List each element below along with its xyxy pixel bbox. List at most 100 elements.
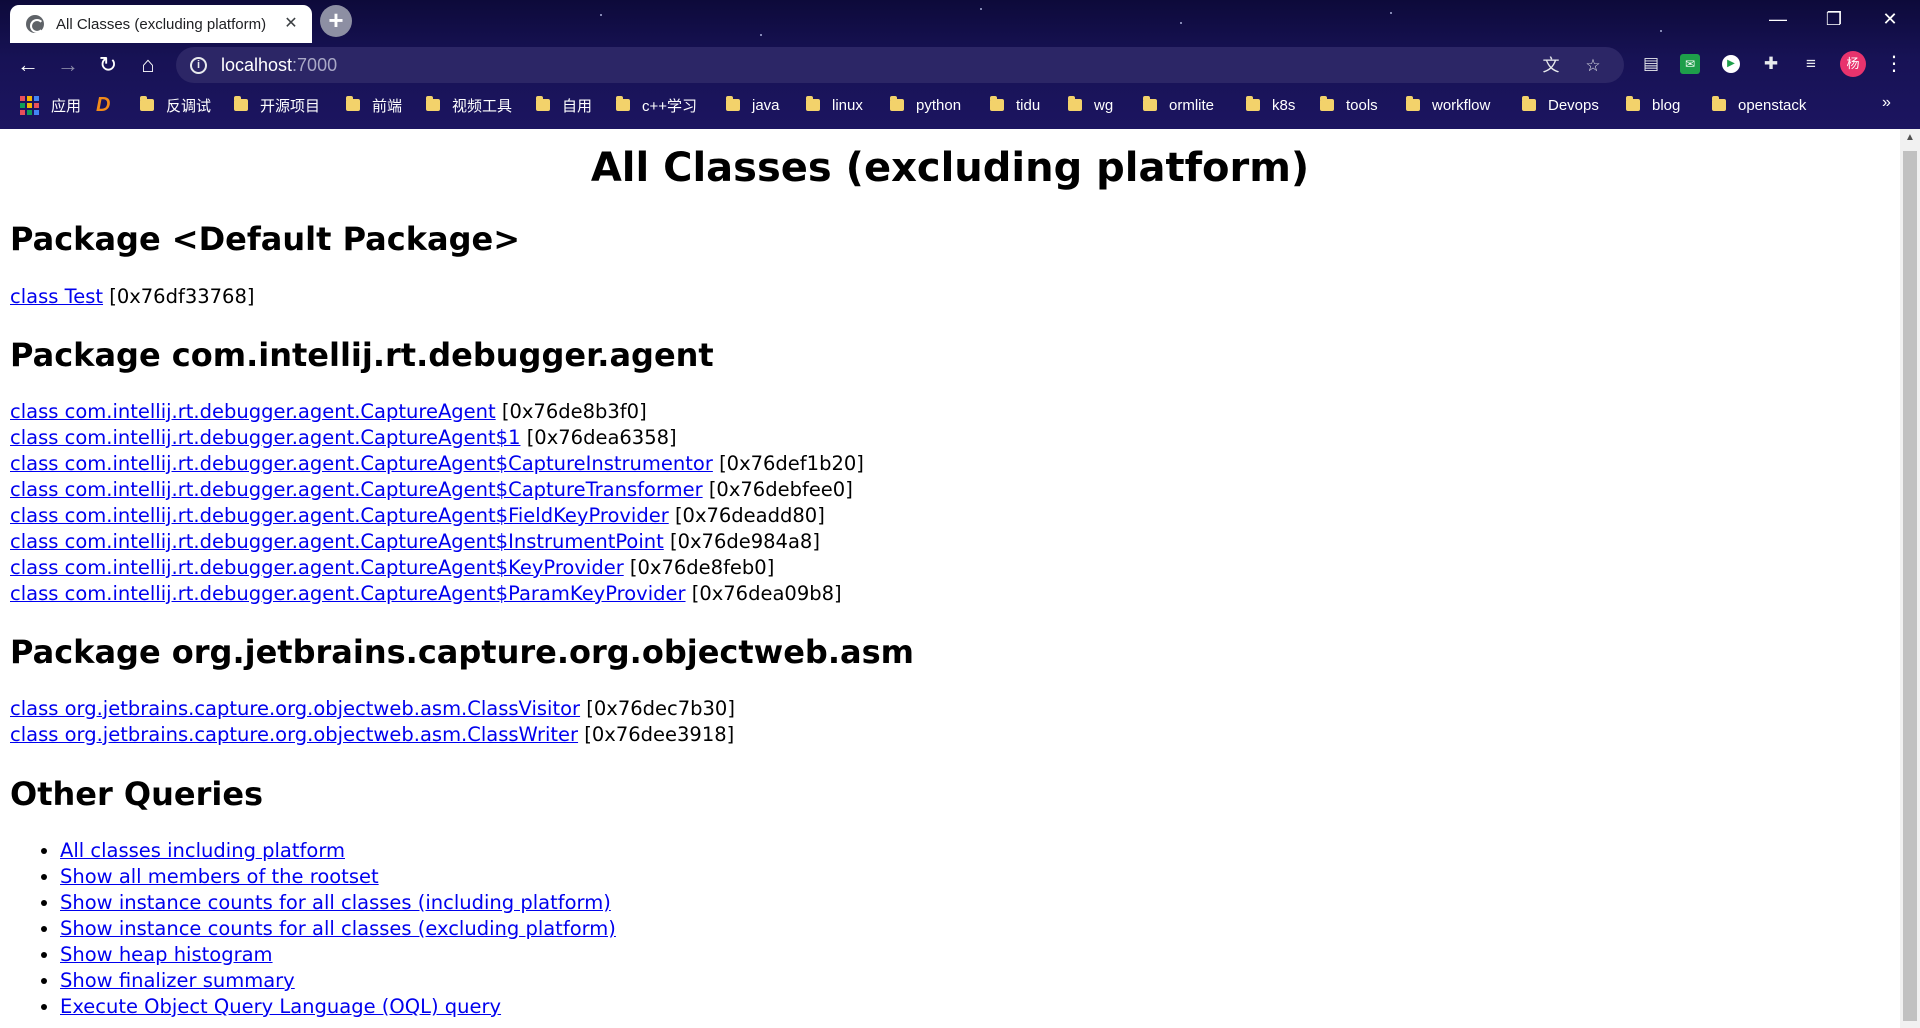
class-address: [0x76dea6358]: [526, 426, 677, 449]
class-link[interactable]: class com.intellij.rt.debugger.agent.Cap…: [10, 478, 703, 501]
list-item: Show heap histogram: [60, 942, 616, 968]
bookmark-folder[interactable]: tools: [1320, 92, 1378, 118]
folder-icon: [346, 96, 360, 111]
class-link[interactable]: class com.intellij.rt.debugger.agent.Cap…: [10, 400, 496, 423]
reader-icon[interactable]: ▤: [1638, 51, 1664, 77]
bookmark-folder-label: workflow: [1432, 96, 1491, 114]
profile-avatar[interactable]: 杨: [1840, 51, 1866, 77]
bookmark-apps[interactable]: 应用: [20, 92, 81, 118]
bookmark-folder-label: 自用: [562, 97, 593, 115]
forward-arrow-icon[interactable]: →: [54, 51, 82, 79]
class-link[interactable]: class org.jetbrains.capture.org.objectwe…: [10, 697, 580, 720]
new-tab-button[interactable]: +: [320, 5, 352, 37]
bookmark-folder-label: 反调试: [166, 97, 212, 115]
extensions-puzzle-icon[interactable]: ✚: [1758, 51, 1784, 77]
class-link[interactable]: class com.intellij.rt.debugger.agent.Cap…: [10, 426, 521, 449]
bookmark-folder[interactable]: 反调试: [140, 92, 211, 118]
bookmark-folder-label: java: [752, 96, 780, 114]
minimize-button[interactable]: —: [1750, 0, 1806, 38]
class-address: [0x76de8feb0]: [629, 556, 775, 579]
bookmarks-overflow-icon[interactable]: »: [1882, 94, 1891, 112]
page-content: All Classes (excluding platform) Package…: [0, 129, 1900, 1028]
class-link[interactable]: class org.jetbrains.capture.org.objectwe…: [10, 723, 578, 746]
bookmark-folder[interactable]: openstack: [1712, 92, 1806, 118]
folder-icon: [1522, 96, 1536, 111]
scroll-up-arrow-icon[interactable]: ▲: [1900, 131, 1920, 145]
bookmark-folder-label: python: [916, 96, 962, 114]
query-link[interactable]: Execute Object Query Language (OQL) quer…: [60, 995, 501, 1018]
scrollbar-thumb[interactable]: [1903, 151, 1917, 1021]
other-queries-list: All classes including platform Show all …: [32, 838, 616, 1020]
folder-icon: [1712, 96, 1726, 111]
class-row: class Test [0x76df33768]: [10, 284, 254, 310]
bookmark-folder[interactable]: java: [726, 92, 780, 118]
bookmark-folder-label: ormlite: [1169, 96, 1215, 114]
browser-toolbar: ← → ↻ ⌂ i localhost :7000 文 ☆ ▤ ✉ ▶ ✚ ≡: [0, 43, 1920, 86]
class-row: class org.jetbrains.capture.org.objectwe…: [10, 696, 735, 722]
class-link[interactable]: class Test: [10, 285, 103, 308]
home-icon[interactable]: ⌂: [134, 51, 162, 79]
folder-icon: [1406, 96, 1420, 111]
class-list: class com.intellij.rt.debugger.agent.Cap…: [10, 399, 864, 607]
bookmark-folder[interactable]: 视频工具: [426, 92, 512, 118]
query-link[interactable]: Show heap histogram: [60, 943, 273, 966]
address-bar[interactable]: i localhost :7000 文 ☆: [176, 47, 1624, 83]
query-link[interactable]: Show finalizer summary: [60, 969, 295, 992]
bookmark-folder[interactable]: 前端: [346, 92, 402, 118]
bookmark-folder-label: 开源项目: [260, 97, 321, 115]
media-queue-icon[interactable]: ≡: [1798, 51, 1824, 77]
class-address: [0x76de8b3f0]: [501, 400, 647, 423]
folder-icon: [726, 96, 740, 111]
list-item: Show instance counts for all classes (ex…: [60, 916, 616, 942]
reload-icon[interactable]: ↻: [94, 51, 122, 79]
bookmark-folder[interactable]: wg: [1068, 92, 1113, 118]
tab-active[interactable]: All Classes (excluding platform) ✕: [10, 5, 312, 43]
bookmark-folder[interactable]: Devops: [1522, 92, 1599, 118]
kebab-menu-icon[interactable]: ⋮: [1882, 51, 1906, 77]
list-item: Show instance counts for all classes (in…: [60, 890, 616, 916]
query-link[interactable]: Show instance counts for all classes (in…: [60, 891, 611, 914]
bookmark-star-icon[interactable]: ☆: [1582, 55, 1604, 77]
query-link[interactable]: All classes including platform: [60, 839, 345, 862]
extension-green-icon[interactable]: ✉: [1680, 54, 1700, 74]
bookmark-d-logo[interactable]: D: [96, 92, 110, 118]
class-link[interactable]: class com.intellij.rt.debugger.agent.Cap…: [10, 504, 669, 527]
tab-strip: All Classes (excluding platform) ✕ + — ❐…: [0, 0, 1920, 43]
bookmark-folder[interactable]: python: [890, 92, 961, 118]
class-link[interactable]: class com.intellij.rt.debugger.agent.Cap…: [10, 556, 624, 579]
list-item: All classes including platform: [60, 838, 616, 864]
bookmark-folder[interactable]: k8s: [1246, 92, 1295, 118]
bookmark-folder[interactable]: 自用: [536, 92, 592, 118]
extension-play-icon[interactable]: ▶: [1722, 55, 1740, 73]
class-link[interactable]: class com.intellij.rt.debugger.agent.Cap…: [10, 582, 686, 605]
close-window-button[interactable]: ✕: [1862, 0, 1918, 38]
class-list: class org.jetbrains.capture.org.objectwe…: [10, 696, 735, 748]
bookmark-folder[interactable]: linux: [806, 92, 863, 118]
class-address: [0x76def1b20]: [719, 452, 864, 475]
translate-icon[interactable]: 文: [1540, 55, 1562, 77]
bookmark-folder[interactable]: c++学习: [616, 92, 697, 118]
folder-icon: [1626, 96, 1640, 111]
d-logo-icon: D: [96, 93, 111, 116]
bookmark-folder[interactable]: blog: [1626, 92, 1680, 118]
bookmark-folder[interactable]: ormlite: [1143, 92, 1214, 118]
globe-icon: [26, 15, 44, 33]
class-link[interactable]: class com.intellij.rt.debugger.agent.Cap…: [10, 452, 713, 475]
bookmark-folder[interactable]: workflow: [1406, 92, 1490, 118]
query-link[interactable]: Show instance counts for all classes (ex…: [60, 917, 616, 940]
bookmark-folder[interactable]: tidu: [990, 92, 1040, 118]
folder-icon: [1068, 96, 1082, 111]
class-list: class Test [0x76df33768]: [10, 284, 254, 310]
back-arrow-icon[interactable]: ←: [14, 51, 42, 79]
bookmark-folder-label: Devops: [1548, 96, 1599, 114]
address-host: localhost: [221, 54, 293, 75]
class-row: class com.intellij.rt.debugger.agent.Cap…: [10, 477, 864, 503]
close-tab-icon[interactable]: ✕: [280, 13, 302, 35]
query-link[interactable]: Show all members of the rootset: [60, 865, 379, 888]
site-info-icon[interactable]: i: [190, 56, 207, 74]
restore-button[interactable]: ❐: [1806, 0, 1862, 38]
class-link[interactable]: class com.intellij.rt.debugger.agent.Cap…: [10, 530, 664, 553]
folder-icon: [1143, 96, 1157, 111]
bookmark-folder[interactable]: 开源项目: [234, 92, 320, 118]
vertical-scrollbar[interactable]: ▲: [1900, 129, 1920, 1028]
